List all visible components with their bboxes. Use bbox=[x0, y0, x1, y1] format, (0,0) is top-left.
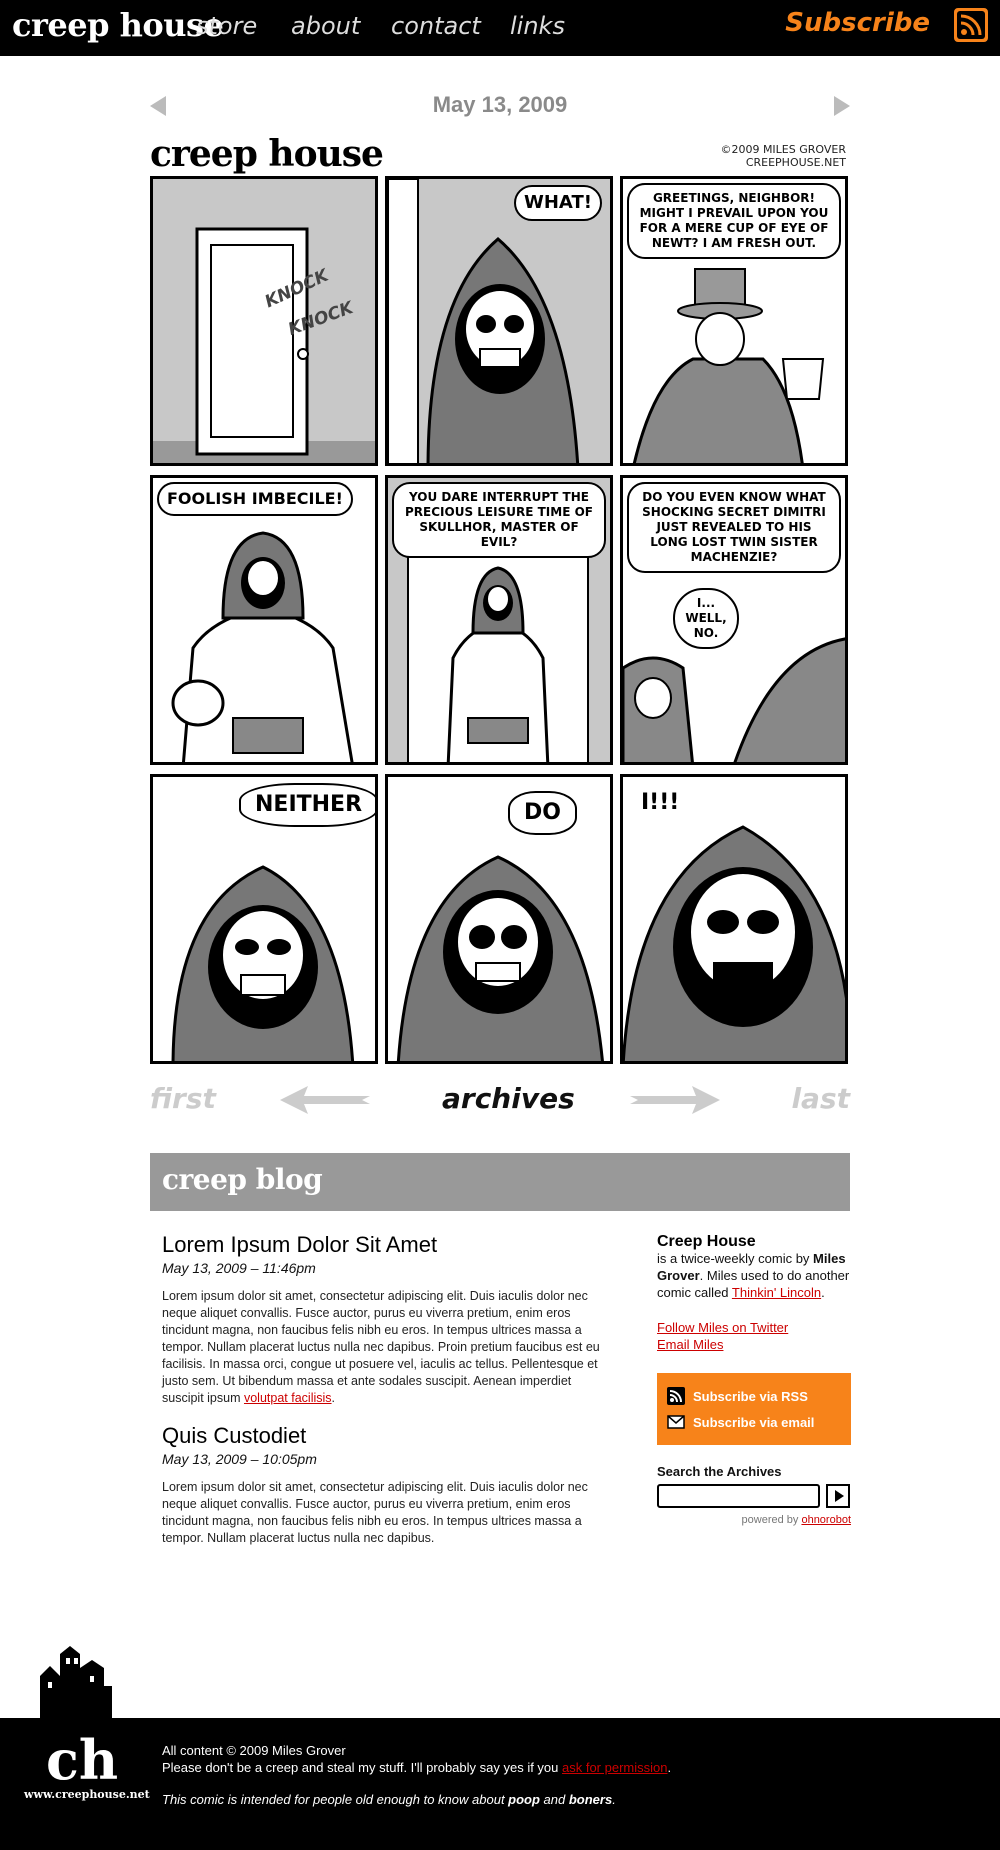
speech-bubble: WHAT! bbox=[514, 185, 602, 221]
rss-icon bbox=[667, 1387, 685, 1405]
subscribe-link[interactable]: Subscribe bbox=[785, 8, 930, 38]
speech-bubble: I!!! bbox=[641, 790, 680, 815]
footer-logo[interactable]: ch bbox=[46, 1730, 118, 1790]
subscribe-email-button[interactable]: Subscribe via email bbox=[667, 1409, 841, 1435]
next-comic-arrow-icon[interactable] bbox=[630, 1084, 720, 1116]
email-link[interactable]: Email Miles bbox=[657, 1337, 723, 1352]
speech-bubble: GREETINGS, NEIGHBOR! MIGHT I PREVAIL UPO… bbox=[627, 183, 841, 259]
credit-site: CREEPHOUSE.NET bbox=[745, 156, 846, 169]
note-word: poop bbox=[508, 1792, 540, 1807]
footer-site-url: www.creephouse.net bbox=[24, 1788, 150, 1801]
search-input[interactable] bbox=[657, 1484, 820, 1508]
archives-link[interactable]: archives bbox=[442, 1082, 575, 1115]
footer: ch www.creephouse.net All content © 2009… bbox=[0, 1646, 1000, 1850]
next-arrow-icon[interactable] bbox=[834, 96, 850, 116]
comic-header: creep house ©2009 MILES GROVER CREEPHOUS… bbox=[150, 133, 850, 177]
note-text: This comic is intended for people old en… bbox=[162, 1792, 509, 1807]
desc-text: . bbox=[821, 1285, 825, 1300]
post-title[interactable]: Lorem Ipsum Dolor Sit Amet bbox=[162, 1232, 602, 1258]
powered-by: powered by ohnorobot bbox=[657, 1512, 851, 1529]
skull-villain-illustration bbox=[153, 478, 375, 762]
post-body: Lorem ipsum dolor sit amet, consectetur … bbox=[162, 1480, 588, 1545]
comic-panel-1: KNOCK KNOCK bbox=[150, 176, 378, 466]
speech-bubble: NEITHER bbox=[239, 783, 375, 827]
sidebar-title: Creep House bbox=[657, 1233, 756, 1250]
post-date: May 13, 2009 – 11:46pm bbox=[162, 1260, 316, 1276]
note-text: . bbox=[612, 1792, 616, 1807]
comic-date-row: May 13, 2009 bbox=[150, 90, 850, 120]
search-form bbox=[657, 1484, 851, 1508]
permission-line: Please don't be a creep and steal my stu… bbox=[162, 1759, 671, 1776]
comic-panel-8: DO bbox=[385, 774, 613, 1064]
blog-post: Lorem Ipsum Dolor Sit Amet May 13, 2009 … bbox=[162, 1232, 602, 1407]
credit-line: ©2009 MILES GROVER bbox=[720, 143, 846, 156]
first-comic-link[interactable]: first bbox=[150, 1082, 216, 1115]
comic-credit: ©2009 MILES GROVER CREEPHOUSE.NET bbox=[720, 143, 846, 169]
speech-bubble: DO bbox=[508, 791, 577, 835]
haunted-house-icon bbox=[40, 1646, 112, 1718]
speech-bubble: DO YOU EVEN KNOW WHAT SHOCKING SECRET DI… bbox=[627, 482, 841, 573]
comic-panel-3: GREETINGS, NEIGHBOR! MIGHT I PREVAIL UPO… bbox=[620, 176, 848, 466]
comic-panel-5: YOU DARE INTERRUPT THE PRECIOUS LEISURE … bbox=[385, 475, 613, 765]
nav-contact[interactable]: contact bbox=[391, 12, 481, 40]
note-text: and bbox=[539, 1792, 569, 1807]
blog-header: creep blog bbox=[150, 1153, 850, 1211]
comic-navigation: first archives last bbox=[150, 1078, 850, 1122]
ohnorobot-link[interactable]: ohnorobot bbox=[801, 1514, 851, 1526]
search-label: Search the Archives bbox=[657, 1464, 782, 1479]
last-comic-link[interactable]: last bbox=[791, 1082, 850, 1115]
comic-panel-9: I!!! bbox=[620, 774, 848, 1064]
speech-bubble: FOOLISH IMBECILE! bbox=[157, 482, 353, 516]
copyright-line: All content © 2009 Miles Grover bbox=[162, 1743, 346, 1758]
skull-villain-illustration bbox=[388, 179, 610, 463]
post-text: Lorem ipsum dolor sit amet, consectetur … bbox=[162, 1289, 600, 1405]
subscribe-box: Subscribe via RSS Subscribe via email bbox=[657, 1373, 851, 1445]
rss-icon[interactable] bbox=[954, 8, 988, 42]
search-submit-button[interactable] bbox=[826, 1484, 850, 1508]
permission-link[interactable]: ask for permission bbox=[562, 1760, 667, 1775]
sidebar-links: Follow Miles on Twitter Email Miles bbox=[657, 1319, 851, 1353]
envelope-icon bbox=[667, 1415, 685, 1429]
permission-text: Please don't be a creep and steal my stu… bbox=[162, 1760, 562, 1775]
nav-store[interactable]: store bbox=[196, 12, 257, 40]
desc-text: is a twice-weekly comic by bbox=[657, 1251, 814, 1266]
door-illustration bbox=[153, 179, 375, 463]
post-date: May 13, 2009 – 10:05pm bbox=[162, 1451, 317, 1467]
subscribe-email-label: Subscribe via email bbox=[693, 1414, 815, 1430]
comic-panel-7: NEITHER bbox=[150, 774, 378, 1064]
comic-panel-2: WHAT! bbox=[385, 176, 613, 466]
nav-links[interactable]: links bbox=[510, 12, 565, 40]
blog-post: Quis Custodiet May 13, 2009 – 10:05pm Lo… bbox=[162, 1423, 602, 1547]
previous-comic-link[interactable]: Thinkin' Lincoln bbox=[732, 1285, 821, 1300]
subscribe-rss-button[interactable]: Subscribe via RSS bbox=[667, 1383, 841, 1409]
comic-panel-6: DO YOU EVEN KNOW WHAT SHOCKING SECRET DI… bbox=[620, 475, 848, 765]
nav-about[interactable]: about bbox=[291, 12, 360, 40]
previous-comic-arrow-icon[interactable] bbox=[280, 1084, 370, 1116]
speech-bubble: I... WELL, NO. bbox=[673, 588, 739, 649]
powered-text: powered by bbox=[741, 1514, 802, 1526]
skull-villain-illustration bbox=[388, 777, 610, 1061]
comic-date: May 13, 2009 bbox=[432, 92, 568, 117]
comic-panel-4: FOOLISH IMBECILE! bbox=[150, 475, 378, 765]
post-link[interactable]: volutpat facilisis bbox=[244, 1391, 332, 1405]
twitter-link[interactable]: Follow Miles on Twitter bbox=[657, 1320, 788, 1335]
site-logo[interactable]: creep house bbox=[12, 6, 224, 44]
comic-strip: KNOCK KNOCK WHAT! GREETINGS, NEIGHBOR! M… bbox=[150, 176, 850, 1068]
sidebar: Creep House is a twice-weekly comic by M… bbox=[657, 1233, 851, 1529]
permission-tail: . bbox=[667, 1760, 672, 1775]
note-word: boners bbox=[568, 1792, 613, 1807]
footer-note: This comic is intended for people old en… bbox=[162, 1792, 616, 1807]
blog-title: creep blog bbox=[162, 1163, 323, 1196]
post-text-tail: . bbox=[331, 1391, 336, 1405]
top-nav-bar: creep house store about contact links Su… bbox=[0, 0, 1000, 56]
footer-copyright: All content © 2009 Miles Grover Please d… bbox=[162, 1742, 671, 1776]
sidebar-description: is a twice-weekly comic by Miles Grover.… bbox=[657, 1250, 851, 1301]
post-body: Lorem ipsum dolor sit amet, consectetur … bbox=[162, 1288, 602, 1407]
comic-title: creep house bbox=[150, 133, 384, 175]
blog-posts: Lorem Ipsum Dolor Sit Amet May 13, 2009 … bbox=[162, 1232, 602, 1563]
speech-bubble: YOU DARE INTERRUPT THE PRECIOUS LEISURE … bbox=[392, 482, 606, 558]
post-title[interactable]: Quis Custodiet bbox=[162, 1423, 602, 1449]
subscribe-rss-label: Subscribe via RSS bbox=[693, 1388, 808, 1404]
